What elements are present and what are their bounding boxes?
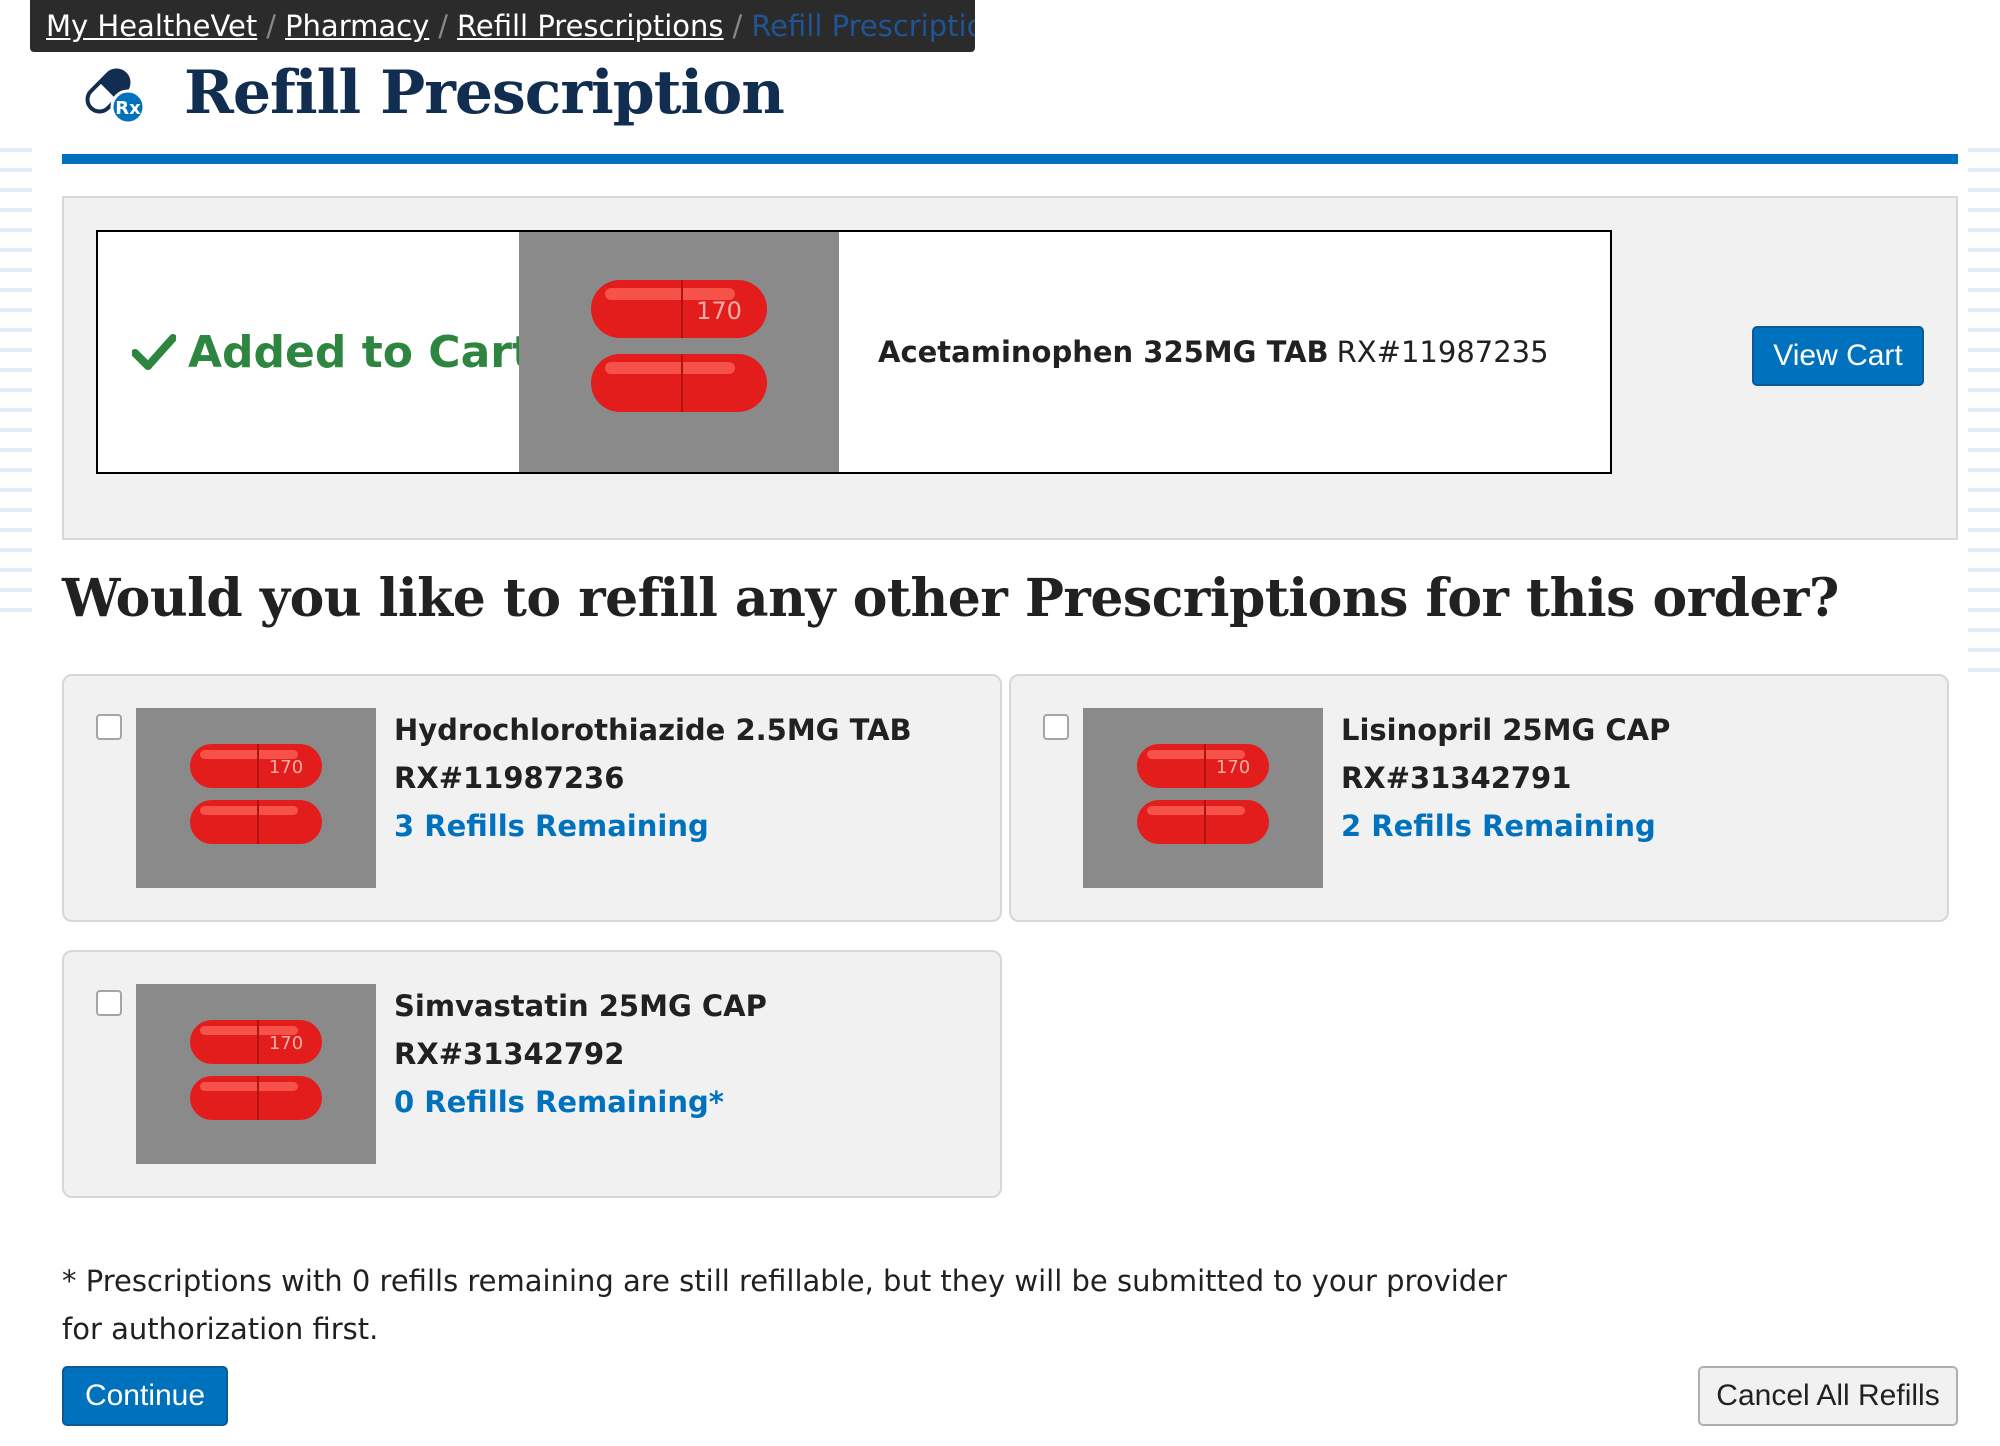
added-drug-name: Acetaminophen 325MG TAB (878, 335, 1329, 369)
decorative-stripes-left (0, 148, 32, 612)
capsule-pill-icon: 170 (1137, 744, 1269, 844)
pill-image: 170 (1083, 708, 1323, 888)
breadcrumb-separator: / (438, 9, 449, 43)
pill-imprint: 170 (1216, 757, 1250, 778)
prescription-card: 170 Lisinopril 25MG CAP RX#31342791 2 Re… (1009, 674, 1949, 922)
refills-remaining: 2 Refills Remaining (1341, 809, 1656, 843)
capsule-pill-icon: 170 (190, 744, 322, 844)
prescription-card: 170 Simvastatin 25MG CAP RX#31342792 0 R… (62, 950, 1002, 1198)
view-cart-button[interactable]: View Cart (1752, 326, 1924, 386)
cancel-all-refills-button[interactable]: Cancel All Refills (1698, 1366, 1958, 1426)
pill-image: 170 (519, 232, 839, 472)
breadcrumb-link-my-healthevet[interactable]: My HealtheVet (46, 9, 257, 43)
prescription-info: Lisinopril 25MG CAP RX#31342791 2 Refill… (1341, 706, 1670, 850)
prescription-rx-number: RX#31342792 (394, 1037, 625, 1071)
added-status-text: Added to Cart (188, 326, 533, 378)
refill-footnote: * Prescriptions with 0 refills remaining… (62, 1264, 1507, 1346)
pill-image: 170 (136, 984, 376, 1164)
rx-capsule-icon: Rx (85, 68, 146, 125)
added-status: Added to Cart (132, 232, 533, 472)
prescription-card: 170 Hydrochlorothiazide 2.5MG TAB RX#119… (62, 674, 1002, 922)
pill-imprint: 170 (269, 1033, 303, 1054)
added-rx-number: RX#11987235 (1336, 335, 1549, 369)
pill-image: 170 (136, 708, 376, 888)
breadcrumb: My HealtheVet / Pharmacy / Refill Prescr… (30, 0, 975, 52)
prescription-name: Simvastatin 25MG CAP (394, 989, 767, 1023)
refill-other-question: Would you like to refill any other Presc… (62, 568, 1839, 629)
pill-imprint: 170 (269, 757, 303, 778)
prescription-name: Lisinopril 25MG CAP (1341, 713, 1671, 747)
prescription-rx-number: RX#31342791 (1341, 761, 1572, 795)
refills-remaining: 0 Refills Remaining* (394, 1085, 724, 1119)
breadcrumb-link-pharmacy[interactable]: Pharmacy (285, 9, 429, 43)
prescription-checkbox[interactable] (1043, 714, 1069, 740)
prescription-info: Simvastatin 25MG CAP RX#31342792 0 Refil… (394, 982, 767, 1126)
added-item-description: Acetaminophen 325MG TAB RX#11987235 (878, 232, 1549, 472)
breadcrumb-current: Refill Prescription (751, 9, 975, 43)
added-item-box: Added to Cart 170 Acetaminophen 325MG TA… (96, 230, 1612, 474)
title-divider (62, 154, 1958, 164)
breadcrumb-separator: / (266, 9, 277, 43)
prescription-rx-number: RX#11987236 (394, 761, 625, 795)
refills-remaining: 3 Refills Remaining (394, 809, 709, 843)
prescription-info: Hydrochlorothiazide 2.5MG TAB RX#1198723… (394, 706, 912, 850)
svg-text:Rx: Rx (115, 98, 141, 119)
breadcrumb-link-refill-prescriptions[interactable]: Refill Prescriptions (457, 9, 724, 43)
decorative-stripes-right (1968, 148, 2000, 672)
prescription-checkbox[interactable] (96, 990, 122, 1016)
prescription-checkbox[interactable] (96, 714, 122, 740)
prescription-name: Hydrochlorothiazide 2.5MG TAB (394, 713, 912, 747)
page-header: Rx Refill Prescription (78, 52, 785, 134)
page-title: Refill Prescription (184, 58, 785, 128)
checkmark-icon (132, 334, 176, 370)
pill-imprint: 170 (696, 297, 742, 325)
continue-button[interactable]: Continue (62, 1366, 228, 1426)
added-to-cart-panel: Added to Cart 170 Acetaminophen 325MG TA… (62, 196, 1958, 540)
capsule-pill-icon: 170 (591, 280, 767, 412)
breadcrumb-separator: / (732, 9, 743, 43)
capsule-pill-icon: 170 (190, 1020, 322, 1120)
